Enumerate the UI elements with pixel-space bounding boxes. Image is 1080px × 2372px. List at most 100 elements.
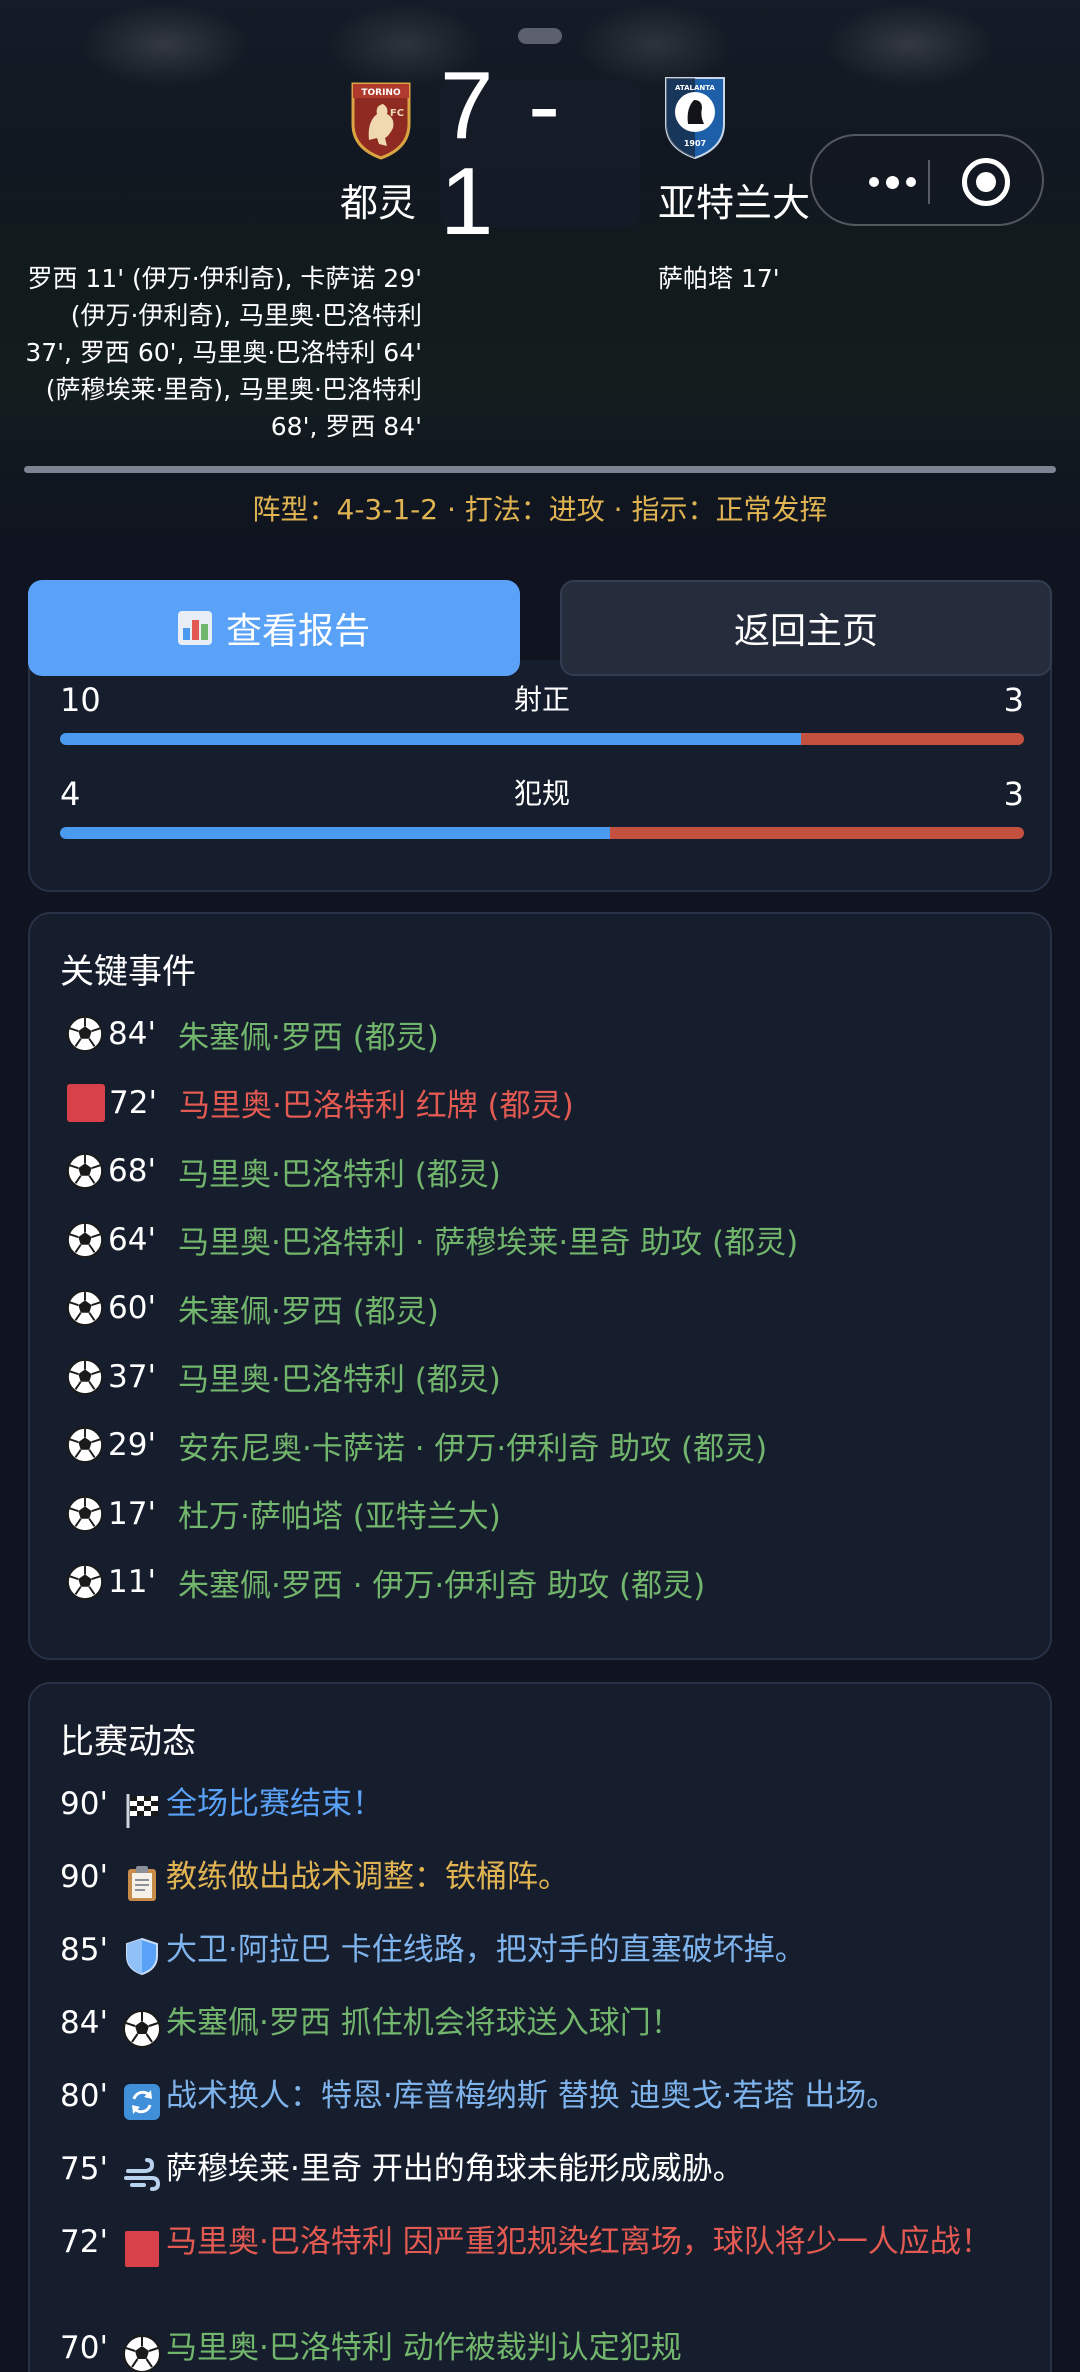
formation-info: 阵型：4-3-1-2 · 打法：进攻 · 指示：正常发挥: [252, 493, 828, 526]
key-event-row: 11' 朱塞佩·罗西 · 伊万·伊利奇 助攻 (都灵): [66, 1558, 1026, 1606]
key-event-row: 68' 马里奥·巴洛特利 (都灵): [66, 1147, 1026, 1195]
event-minute: 64': [108, 1221, 156, 1258]
timeline-text: 马里奥·巴洛特利 动作被裁判认定犯规: [166, 2330, 682, 2366]
svg-text:TORINO: TORINO: [361, 88, 401, 98]
timeline-text: 战术换人：特恩·库普梅纳斯 替换 迪奥戈·若塔 出场。: [166, 2078, 898, 2114]
timeline-row: 90' 教练做出战术调整：铁桶阵。: [60, 1855, 1020, 1903]
event-text: 杜万·萨帕塔 (亚特兰大): [178, 1499, 501, 1535]
timeline-title: 比赛动态: [60, 1722, 196, 1762]
scoreboard-hero: TORINO FC ATALANTA 1907 7 - 1 都灵 亚特兰大 罗西…: [0, 0, 1080, 555]
bar-chart-icon: [177, 611, 212, 645]
svg-text:FC: FC: [390, 108, 404, 119]
mini-program-capsule: [810, 134, 1044, 226]
timeline-row: 72' 马里奥·巴洛特利 因严重犯规染红离场，球队将少一人应战！: [60, 2220, 1020, 2268]
timeline-text: 朱塞佩·罗西 抓住机会将球送入球门！: [166, 2005, 682, 2041]
timeline-row: 85' 大卫·阿拉巴 卡住线路，把对手的直塞破坏掉。: [60, 1928, 1020, 1976]
key-event-row: 37' 马里奥·巴洛特利 (都灵): [66, 1353, 1026, 1401]
event-minute: 11': [108, 1564, 156, 1600]
home-team-name: 都灵: [340, 181, 417, 225]
capsule-divider: [928, 160, 930, 204]
timeline-row: 84' 朱塞佩·罗西 抓住机会将球送入球门！: [60, 2001, 1020, 2049]
key-event-row: 29' 安东尼奥·卡萨诺 · 伊万·伊利奇 助攻 (都灵): [66, 1421, 1026, 1469]
event-text: 朱塞佩·罗西 (都灵): [178, 1293, 439, 1330]
soccer-ball-icon: [123, 2335, 161, 2372]
key-event-row: 17' 杜万·萨帕塔 (亚特兰大): [66, 1490, 1026, 1538]
event-minute: 29': [108, 1427, 156, 1463]
stat-bar-away: [801, 733, 1024, 745]
key-events-title: 关键事件: [60, 952, 196, 992]
stat-away-value: 3: [1003, 775, 1024, 813]
drag-handle[interactable]: [518, 28, 562, 44]
event-text: 马里奥·巴洛特利 红牌 (都灵): [179, 1088, 574, 1124]
svg-text:ATALANTA: ATALANTA: [675, 84, 715, 92]
key-event-row: 64' 马里奥·巴洛特利 · 萨穆埃莱·里奇 助攻 (都灵): [66, 1216, 1026, 1264]
back-home-label: 返回主页: [733, 611, 878, 652]
stat-bar-home: [60, 733, 802, 745]
soccer-ball-icon: [66, 1495, 104, 1532]
substitution-icon: [124, 2084, 160, 2120]
event-text: 马里奥·巴洛特利 (都灵): [178, 1156, 501, 1193]
checkered-flag-icon: [126, 1794, 158, 1828]
away-scorers: 萨帕塔 17': [658, 264, 780, 293]
timeline-text: 马里奥·巴洛特利 因严重犯规染红离场，球队将少一人应战！: [166, 2224, 992, 2260]
event-minute: 72': [109, 1084, 157, 1121]
stat-bar: [60, 827, 1024, 839]
event-minute: 37': [108, 1358, 156, 1395]
atalanta-crest-icon: ATALANTA 1907: [665, 77, 725, 160]
back-home-button[interactable]: 返回主页: [560, 580, 1052, 676]
close-target-button[interactable]: [962, 158, 1010, 206]
timeline-text: 教练做出战术调整：铁桶阵。: [166, 1859, 569, 1895]
torino-crest-icon: TORINO FC: [351, 82, 411, 160]
timeline-minute: 75': [60, 2151, 108, 2187]
event-text: 安东尼奥·卡萨诺 · 伊万·伊利奇 助攻 (都灵): [178, 1430, 768, 1467]
timeline-row: 90' 全场比赛结束！: [60, 1782, 1020, 1830]
soccer-ball-icon: [66, 1358, 104, 1395]
timeline-minute: 90': [60, 1859, 108, 1895]
timeline-row: 70' 马里奥·巴洛特利 动作被裁判认定犯规: [60, 2326, 1020, 2372]
view-report-label: 查看报告: [225, 611, 370, 652]
stats-card: 10 射正 3 4 犯规 3: [28, 660, 1052, 892]
timeline-minute: 90': [60, 1786, 108, 1822]
view-report-button[interactable]: 查看报告: [28, 580, 520, 676]
red-card-icon: [125, 2231, 159, 2267]
timeline-minute: 85': [60, 1932, 108, 1968]
timeline-text: 大卫·阿拉巴 卡住线路，把对手的直塞破坏掉。: [166, 1932, 806, 1968]
event-minute: 17': [108, 1495, 156, 1532]
timeline-row: 75' 萨穆埃莱·里奇 开出的角球未能形成威胁。: [60, 2147, 1020, 2195]
clipboard-icon: [128, 1866, 156, 1901]
soccer-ball-icon: [66, 1289, 104, 1327]
stat-bar: [60, 733, 1024, 745]
timeline-text: 全场比赛结束！: [166, 1786, 383, 1822]
soccer-ball-icon: [66, 1152, 104, 1190]
shield-icon: [126, 1937, 158, 1976]
key-event-row: 84' 朱塞佩·罗西 (都灵): [66, 1010, 1026, 1058]
timeline-minute: 72': [60, 2224, 108, 2260]
stat-label: 犯规: [513, 777, 570, 810]
soccer-ball-icon: [66, 1563, 104, 1601]
timeline-text: 萨穆埃莱·里奇 开出的角球未能形成威胁。: [166, 2151, 744, 2187]
stat-label: 射正: [513, 683, 570, 716]
timeline-minute: 80': [60, 2078, 108, 2114]
stat-row-shots-on-target: 10 射正 3: [60, 682, 1024, 745]
key-event-row: 60' 朱塞佩·罗西 (都灵): [66, 1284, 1026, 1332]
hero-divider: [24, 466, 1056, 473]
event-text: 马里奥·巴洛特利 · 萨穆埃莱·里奇 助攻 (都灵): [178, 1225, 799, 1261]
timeline-minute: 70': [60, 2330, 108, 2366]
event-minute: 84': [108, 1016, 156, 1052]
timeline-row: 80' 战术换人：特恩·库普梅纳斯 替换 迪奥戈·若塔 出场。: [60, 2074, 1020, 2122]
timeline-minute: 84': [60, 2005, 108, 2041]
event-text: 朱塞佩·罗西 · 伊万·伊利奇 助攻 (都灵): [178, 1567, 706, 1604]
event-text: 朱塞佩·罗西 (都灵): [178, 1019, 439, 1056]
soccer-ball-icon: [66, 1015, 104, 1053]
event-minute: 68': [108, 1153, 156, 1189]
more-options-button[interactable]: [852, 164, 932, 200]
event-minute: 60': [108, 1290, 156, 1326]
final-score: 7 - 1: [440, 52, 565, 255]
soccer-ball-icon: [66, 1221, 104, 1258]
match-result-page: TORINO FC ATALANTA 1907 7 - 1 都灵 亚特兰大 罗西…: [0, 0, 1080, 2372]
red-card-icon: [67, 1083, 105, 1122]
wind-icon: [124, 2158, 161, 2191]
away-team-name: 亚特兰大: [658, 181, 811, 225]
soccer-ball-icon: [66, 1426, 104, 1464]
key-events-card: 关键事件 84' 朱塞佩·罗西 (都灵) 72' 马里奥·巴洛特利 红牌 (都灵) 68…: [28, 912, 1052, 1660]
